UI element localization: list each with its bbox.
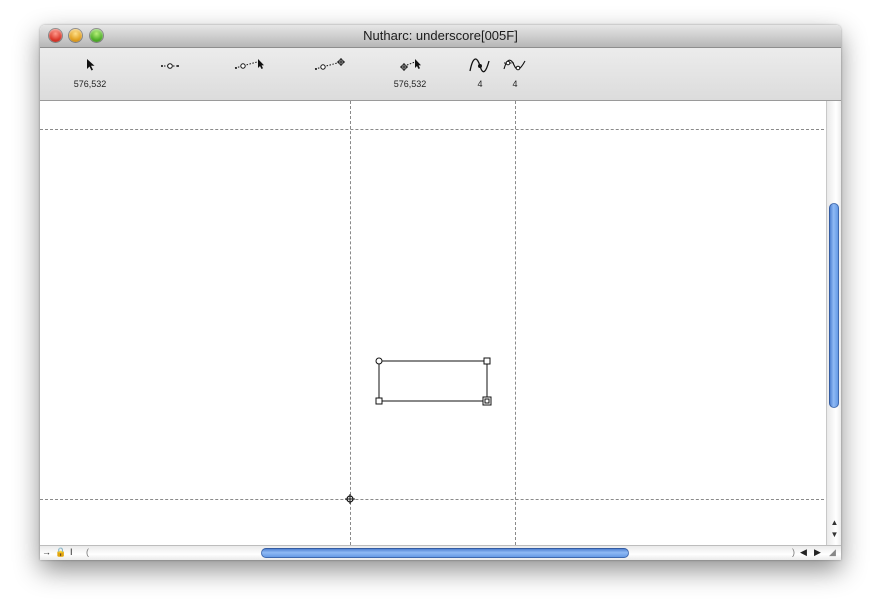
pen-tool[interactable] (230, 58, 270, 88)
arrow-right-icon[interactable]: → (42, 547, 51, 557)
toolbar: 576,532 576,532 4 4 (40, 48, 841, 101)
pointer-icon (87, 59, 95, 71)
glyph-outline-layer (345, 357, 492, 504)
scroll-track-left-cap: ( (86, 547, 89, 557)
point-tool[interactable] (150, 58, 190, 88)
resize-grip-icon[interactable]: ◢ (829, 547, 836, 558)
vertical-scroll-thumb[interactable] (829, 203, 839, 408)
curve-icon (469, 58, 490, 73)
corner-point-handle[interactable] (375, 397, 383, 405)
horizontal-scroll-thumb[interactable] (261, 548, 629, 558)
corner-count: 4 (512, 79, 518, 89)
select-point-tool[interactable]: 576,532 (390, 58, 430, 89)
corner-icon (503, 59, 526, 71)
selected-point-inner (484, 398, 490, 404)
underscore-contour[interactable] (378, 360, 488, 402)
scroll-up-button[interactable]: ▲ (827, 517, 841, 529)
scroll-track-right-cap: ) (792, 547, 795, 557)
corner-point-handle[interactable] (483, 357, 491, 365)
origin-crosshair-icon[interactable] (345, 494, 355, 504)
horizontal-scrollbar[interactable]: → 🔒 I ( ) ◀ ▶ ◢ (40, 545, 841, 560)
glyph-canvas[interactable] (40, 101, 826, 545)
selected-point-coordinates: 576,532 (393, 79, 427, 89)
corner-tool[interactable]: 4 (495, 58, 535, 89)
vertical-scrollbar[interactable]: ▲ ▼ (826, 101, 841, 545)
knife-tool[interactable] (310, 58, 350, 88)
pointer-tool[interactable]: 576,532 (70, 58, 110, 89)
pointer-coordinates: 576,532 (73, 79, 107, 89)
add-point-icon (314, 58, 345, 70)
start-point-handle[interactable] (375, 357, 383, 365)
text-cursor-icon[interactable]: I (70, 547, 73, 557)
pen-node-icon (234, 59, 264, 69)
scroll-right-button[interactable]: ▶ (814, 547, 821, 558)
window-title: Nutharc: underscore[005F] (363, 28, 518, 43)
title-bar[interactable]: Nutharc: underscore[005F] (40, 25, 841, 48)
editor-window: Nutharc: underscore[005F] 576,532 576,53… (40, 25, 841, 560)
scroll-down-button[interactable]: ▼ (827, 529, 841, 541)
lock-icon[interactable]: 🔒 (55, 547, 66, 558)
scroll-left-button[interactable]: ◀ (800, 547, 807, 558)
curve-point-icon (161, 63, 179, 69)
select-point-icon (400, 59, 421, 71)
